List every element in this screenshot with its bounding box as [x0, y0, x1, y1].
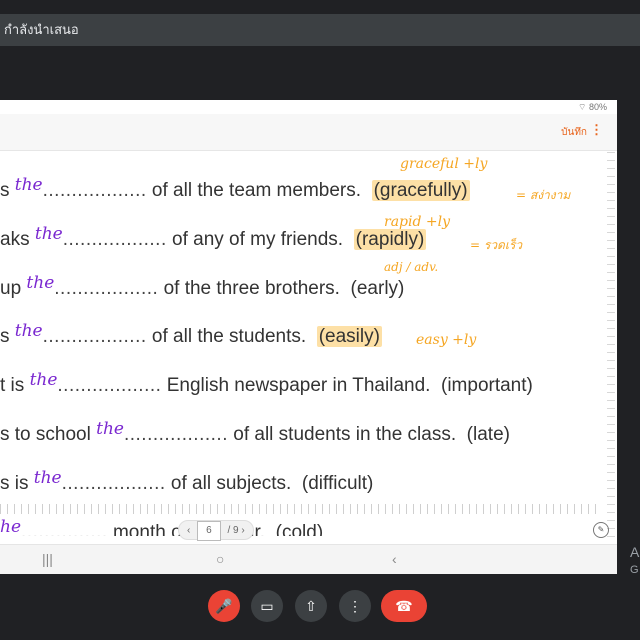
- presentation-banner: กำลังนำเสนอ: [0, 14, 640, 46]
- mic-off-icon: 🎤: [215, 598, 233, 614]
- side-text-2: G: [630, 564, 639, 576]
- sentence-3: up the.................. of the three br…: [0, 273, 405, 299]
- note-rapid: rapid +ly: [384, 214, 451, 230]
- hint-word: (gracefully): [371, 180, 470, 201]
- hint-word: (early): [350, 278, 405, 299]
- more-icon[interactable]: ⋮: [590, 122, 603, 138]
- back-icon[interactable]: ‹: [392, 551, 397, 567]
- camera-icon: ▭: [260, 598, 274, 614]
- sentence-5: t is the.................. English newsp…: [0, 370, 533, 396]
- hint-word: (rapidly): [353, 229, 427, 250]
- more-vert-icon: ⋮: [348, 598, 362, 614]
- handwritten-answer: the: [34, 224, 63, 244]
- note-adj-adv: adj / adv.: [384, 260, 439, 274]
- sentence-8: he............... month of the year. (co…: [0, 517, 324, 536]
- page-indicator[interactable]: ‹ 6 / 9 ›: [178, 520, 254, 541]
- note-meaning-1: = สง่างาม: [516, 188, 571, 202]
- battery-status: ⌔ 80%: [578, 102, 607, 112]
- hint-word: (easily): [316, 326, 382, 347]
- worksheet-page: s the.................. of all the team …: [0, 152, 604, 536]
- sentence-6: s to school the.................. of all…: [0, 419, 510, 445]
- more-options-button[interactable]: ⋮: [339, 590, 371, 622]
- current-page[interactable]: 6: [197, 521, 221, 541]
- handwritten-answer: the: [33, 468, 62, 488]
- recent-apps-icon[interactable]: |||: [42, 551, 53, 567]
- mic-off-button[interactable]: 🎤: [208, 590, 240, 622]
- vertical-ruler: [607, 152, 615, 552]
- handwritten-answer: he: [0, 517, 22, 536]
- prev-page-icon[interactable]: ‹: [187, 525, 190, 536]
- hint-word: (difficult): [301, 473, 374, 494]
- handwritten-answer: the: [14, 321, 43, 341]
- side-text-1: A: [630, 544, 640, 560]
- hint-word: (important): [441, 375, 533, 396]
- save-button[interactable]: บันทึก: [561, 125, 587, 140]
- sentence-7: s is the.................. of all subjec…: [0, 468, 374, 494]
- shared-screen: ⌔ 80% บันทึก ⋮ s the.................. o…: [0, 100, 617, 574]
- sentence-2: aks the.................. of any of my f…: [0, 224, 427, 250]
- hint-word: (late): [466, 424, 510, 445]
- note-meaning-2: = รวดเร็ว: [470, 238, 523, 252]
- present-icon: ⇧: [305, 598, 317, 614]
- present-button[interactable]: ⇧: [295, 590, 327, 622]
- pen-icon[interactable]: ✎: [593, 522, 609, 538]
- sentence-4: s the.................. of all the stude…: [0, 321, 382, 347]
- hint-word: (cold): [275, 522, 324, 536]
- hangup-icon: ☎: [395, 598, 413, 614]
- android-nav-bar: ||| ○ ‹: [0, 544, 617, 574]
- note-easy: easy +ly: [416, 332, 477, 348]
- wifi-icon: ⌔: [578, 102, 589, 112]
- handwritten-answer: the: [96, 419, 124, 439]
- sentence-1: s the.................. of all the team …: [0, 175, 470, 201]
- home-icon[interactable]: ○: [216, 551, 224, 567]
- handwritten-answer: the: [26, 273, 55, 293]
- handwritten-answer: the: [29, 370, 58, 390]
- total-pages: / 9: [227, 525, 239, 536]
- page-divider: [0, 504, 600, 514]
- note-graceful: graceful +ly: [400, 156, 488, 172]
- app-toolbar: บันทึก ⋮: [0, 114, 617, 151]
- handwritten-answer: the: [14, 175, 43, 195]
- camera-button[interactable]: ▭: [251, 590, 283, 622]
- next-page-icon[interactable]: ›: [241, 525, 244, 536]
- presenting-status: กำลังนำเสนอ: [4, 22, 79, 37]
- hangup-button[interactable]: ☎: [381, 590, 427, 622]
